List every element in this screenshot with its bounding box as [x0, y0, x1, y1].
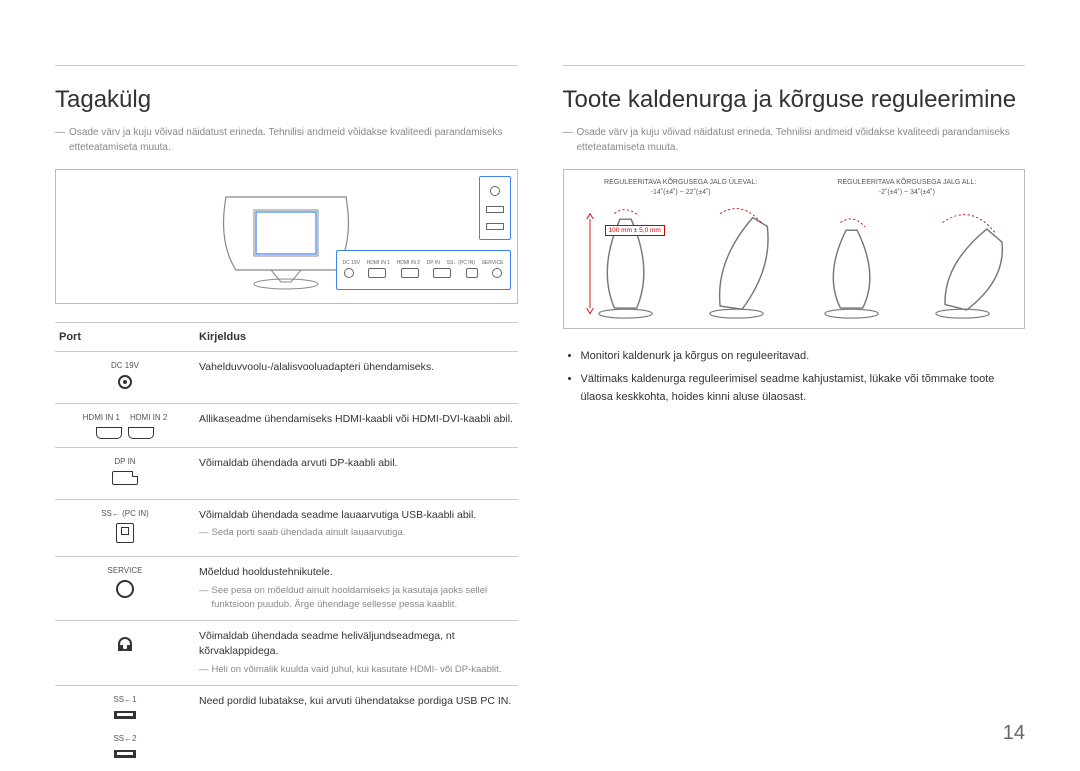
list-item: Vältimaks kaldenurga reguleerimisel sead…	[581, 370, 1026, 407]
th-desc: Kirjeldus	[195, 323, 518, 352]
usb-b-icon	[116, 523, 134, 543]
heading-tilt: Toote kaldenurga ja kõrguse reguleerimin…	[563, 86, 1026, 114]
bullet-list: Monitori kaldenurk ja kõrgus on reguleer…	[563, 347, 1026, 407]
page-number: 14	[1003, 722, 1025, 745]
usb-a-icon	[114, 711, 136, 719]
table-row: SERVICE Mõeldud hooldustehnikutele. ―See…	[55, 557, 518, 620]
table-row: Võimaldab ühendada seadme heliväljundsea…	[55, 620, 518, 685]
left-column: Tagakülg ― Osade värv ja kuju võivad näi…	[55, 65, 518, 771]
usb-a-icon	[114, 750, 136, 758]
table-row: SS← (PC IN) Võimaldab ühendada seadme la…	[55, 499, 518, 557]
headphone-icon	[118, 637, 132, 651]
side-ports-zoom	[479, 176, 511, 240]
service-icon	[116, 580, 134, 598]
tilt-diagram: REGULEERITAVA KÕRGUSEGA JALG ÜLEVAL: -14…	[563, 169, 1026, 329]
right-column: Toote kaldenurga ja kõrguse reguleerimin…	[563, 65, 1026, 771]
th-port: Port	[55, 323, 195, 352]
tilt-svg-2	[681, 200, 792, 338]
hdmi-icon	[96, 427, 122, 439]
list-item: Monitori kaldenurk ja kõrgus on reguleer…	[581, 347, 1026, 366]
note-tilt: ― Osade värv ja kuju võivad näidatust er…	[563, 126, 1026, 155]
dp-icon	[112, 471, 138, 485]
hdmi-icon	[128, 427, 154, 439]
rear-diagram: DC 19V HDMI IN 1 HDMI IN 2 DP IN SS←(PC …	[55, 169, 518, 304]
bottom-ports-zoom: DC 19V HDMI IN 1 HDMI IN 2 DP IN SS←(PC …	[336, 250, 511, 290]
tilt-svg-1	[570, 200, 681, 338]
tilt-svg-3	[796, 200, 907, 338]
tilt-svg-4	[907, 200, 1018, 338]
table-row: HDMI IN 1 HDMI IN 2 Allikaseadme ühendam…	[55, 403, 518, 447]
port-table: Port Kirjeldus DC 19V Vahelduvvoolu-/ala…	[55, 322, 518, 771]
note-back: ― Osade värv ja kuju võivad näidatust er…	[55, 126, 518, 155]
dc-jack-icon	[118, 375, 132, 389]
table-row: DC 19V Vahelduvvoolu-/alalisvooluadapter…	[55, 352, 518, 404]
heading-back: Tagakülg	[55, 86, 518, 114]
table-row: DP IN Võimaldab ühendada arvuti DP-kaabl…	[55, 447, 518, 499]
table-row: SS←1 SS←2 Need pordid lubatakse, kui arv…	[55, 685, 518, 771]
